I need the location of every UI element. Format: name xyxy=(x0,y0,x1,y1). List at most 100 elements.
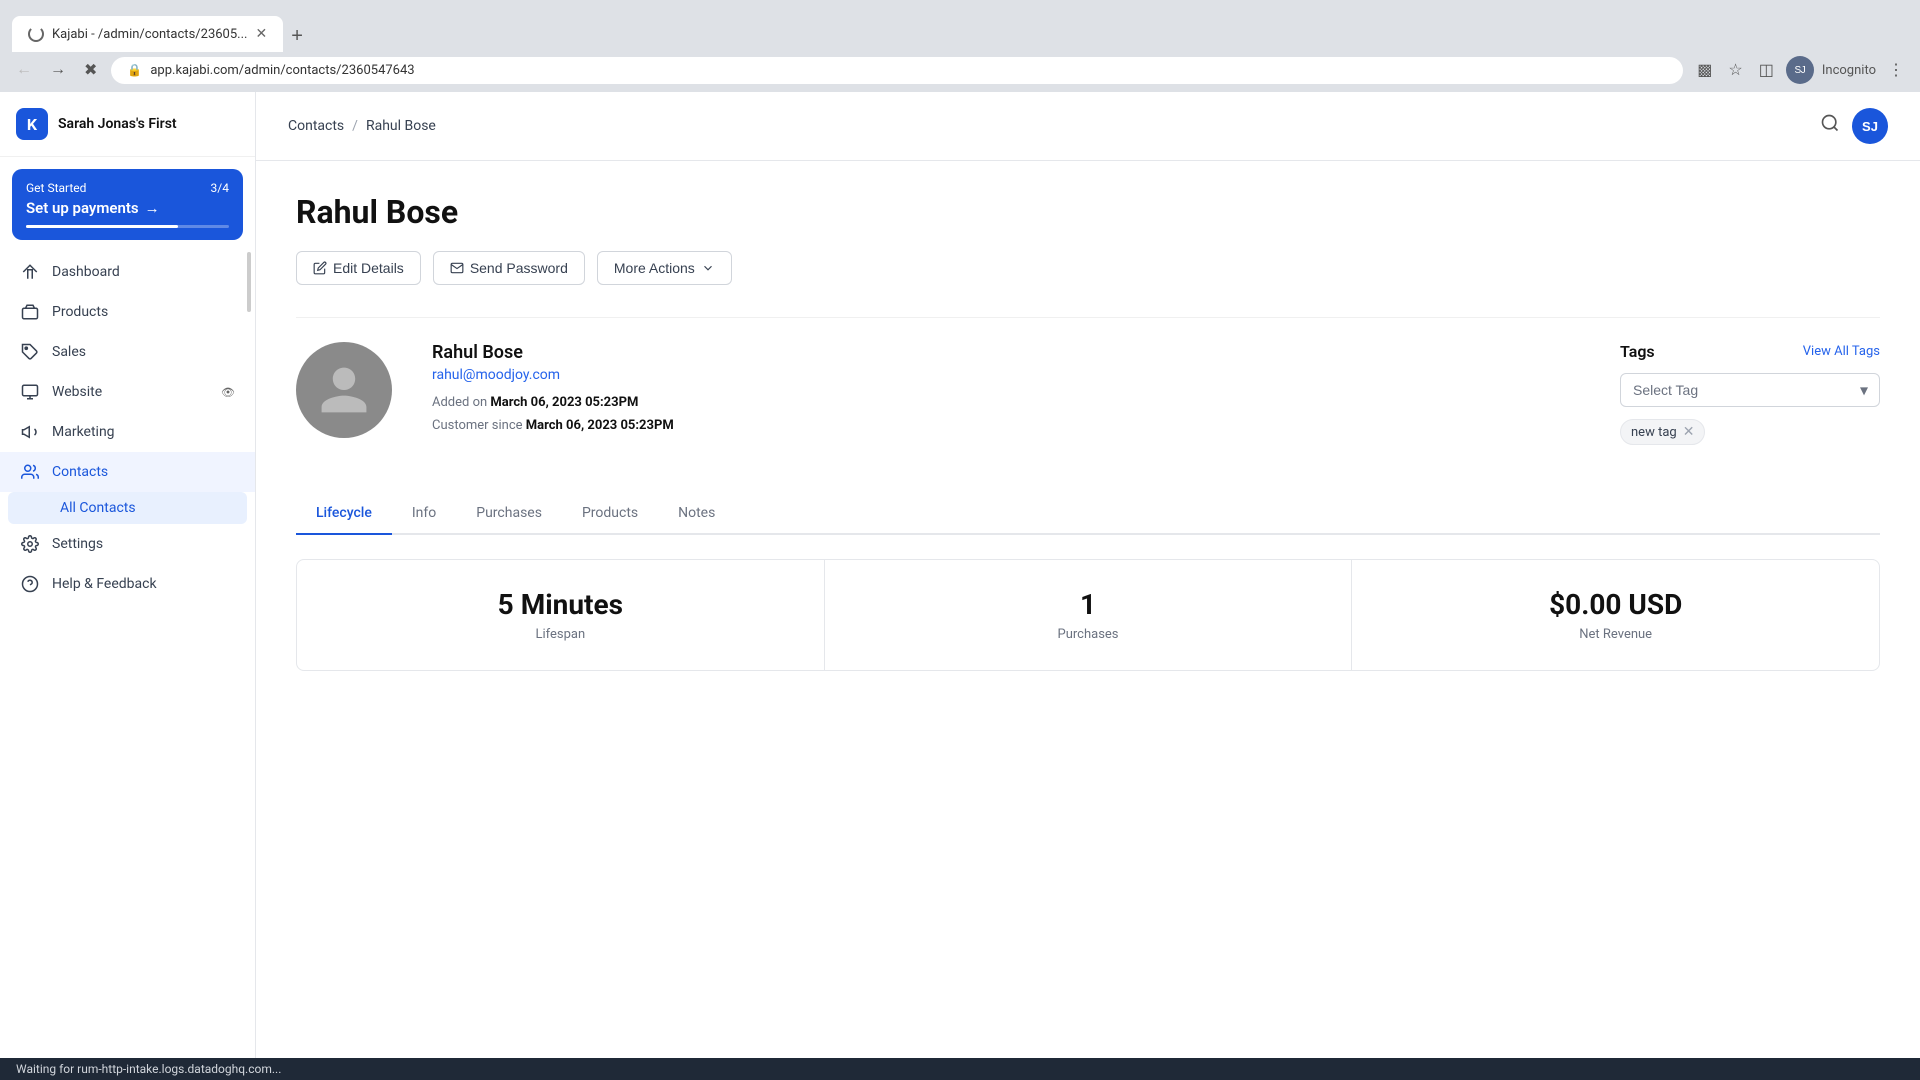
added-date: March 06, 2023 05:23PM xyxy=(490,395,638,410)
tab-close-button[interactable]: ✕ xyxy=(255,26,267,42)
tags-header: Tags View All Tags xyxy=(1620,342,1880,361)
setup-banner-title: Set up payments → xyxy=(26,199,229,217)
products-label: Products xyxy=(52,304,235,320)
contact-email[interactable]: rahul@moodjoy.com xyxy=(432,367,1580,383)
edit-details-button[interactable]: Edit Details xyxy=(296,251,421,285)
sidebar-item-products[interactable]: Products xyxy=(0,292,255,332)
contact-fullname: Rahul Bose xyxy=(432,342,1580,363)
sidebar-item-settings[interactable]: Settings xyxy=(0,524,255,564)
address-bar-row: ← → ✖ 🔒 app.kajabi.com/admin/contacts/23… xyxy=(0,52,1920,92)
setup-progress-fill xyxy=(26,225,178,228)
gear-icon xyxy=(20,534,40,554)
active-tab[interactable]: Kajabi - /admin/contacts/23605... ✕ xyxy=(12,16,283,52)
sales-label: Sales xyxy=(52,344,235,360)
search-button[interactable] xyxy=(1820,113,1840,139)
setup-progress-bar xyxy=(26,225,229,228)
tags-title: Tags xyxy=(1620,342,1655,361)
brand-name: Sarah Jonas's First xyxy=(58,116,177,132)
dashboard-label: Dashboard xyxy=(52,264,235,280)
sidebar-header: K Sarah Jonas's First xyxy=(0,92,255,157)
browser-actions: ▩ ☆ ◫ SJ Incognito ⋮ xyxy=(1693,56,1908,84)
home-icon xyxy=(20,262,40,282)
sidebar-item-sales[interactable]: Sales xyxy=(0,332,255,372)
website-label: Website xyxy=(52,384,209,400)
sidebar-scrollbar[interactable] xyxy=(247,252,251,312)
marketing-label: Marketing xyxy=(52,424,235,440)
purchases-value: 1 xyxy=(845,588,1332,621)
customer-since-label: Customer since xyxy=(432,418,523,433)
breadcrumb-separator: / xyxy=(352,118,358,134)
stat-net-revenue: $0.00 USD Net Revenue xyxy=(1352,560,1879,670)
status-bar: Waiting for rum-http-intake.logs.datadog… xyxy=(0,1058,1920,1080)
forward-button[interactable]: → xyxy=(46,57,70,83)
setup-banner-top: Get Started 3/4 xyxy=(26,181,229,195)
stats-row: 5 Minutes Lifespan 1 Purchases $0.00 USD… xyxy=(296,559,1880,671)
reload-button[interactable]: ✖ xyxy=(80,56,101,84)
stat-lifespan: 5 Minutes Lifespan xyxy=(297,560,825,670)
sidebar-subitem-all-contacts[interactable]: All Contacts xyxy=(8,492,247,524)
contact-meta: Added on March 06, 2023 05:23PM Customer… xyxy=(432,391,1580,438)
back-button[interactable]: ← xyxy=(12,57,36,83)
purchases-label: Purchases xyxy=(845,627,1332,642)
users-icon xyxy=(20,462,40,482)
more-actions-label: More Actions xyxy=(614,260,695,276)
box-icon xyxy=(20,302,40,322)
bookmark-button[interactable]: ☆ xyxy=(1724,56,1746,84)
action-buttons: Edit Details Send Password More Actions xyxy=(296,251,1880,285)
net-revenue-label: Net Revenue xyxy=(1372,627,1859,642)
tag-icon xyxy=(20,342,40,362)
sidebar: K Sarah Jonas's First Get Started 3/4 Se… xyxy=(0,92,256,1058)
new-tab-button[interactable]: + xyxy=(283,21,311,52)
browser-chrome: Kajabi - /admin/contacts/23605... ✕ + xyxy=(0,0,1920,52)
existing-tags: new tag ✕ xyxy=(1620,419,1880,445)
status-message: Waiting for rum-http-intake.logs.datadog… xyxy=(16,1062,281,1076)
more-actions-button[interactable]: More Actions xyxy=(597,251,732,285)
send-password-button[interactable]: Send Password xyxy=(433,251,585,285)
sidebar-item-contacts[interactable]: Contacts xyxy=(0,452,255,492)
lifespan-value: 5 Minutes xyxy=(317,588,804,621)
tag-chip-new-tag: new tag ✕ xyxy=(1620,419,1705,445)
app-container: K Sarah Jonas's First Get Started 3/4 Se… xyxy=(0,92,1920,1058)
contact-info: Rahul Bose rahul@moodjoy.com Added on Ma… xyxy=(432,342,1580,445)
sidebar-item-dashboard[interactable]: Dashboard xyxy=(0,252,255,292)
content-area: Rahul Bose Edit Details Send Password Mo… xyxy=(256,161,1920,1058)
tab-products[interactable]: Products xyxy=(562,493,658,535)
app-logo[interactable]: K xyxy=(16,108,48,140)
help-label: Help & Feedback xyxy=(52,576,235,592)
contact-page-title: Rahul Bose xyxy=(296,193,1880,231)
logo-letter: K xyxy=(27,115,37,134)
address-bar[interactable]: 🔒 app.kajabi.com/admin/contacts/23605476… xyxy=(111,57,1683,84)
breadcrumb: Contacts / Rahul Bose xyxy=(288,118,436,134)
main-content: Contacts / Rahul Bose SJ Rahul Bose Edit… xyxy=(256,92,1920,1058)
tab-lifecycle[interactable]: Lifecycle xyxy=(296,493,392,535)
setup-banner[interactable]: Get Started 3/4 Set up payments → xyxy=(12,169,243,240)
sidebar-item-marketing[interactable]: Marketing xyxy=(0,412,255,452)
all-contacts-label: All Contacts xyxy=(60,500,136,516)
user-avatar-button[interactable]: SJ xyxy=(1852,108,1888,144)
incognito-label: Incognito xyxy=(1822,63,1876,78)
contact-card: Rahul Bose rahul@moodjoy.com Added on Ma… xyxy=(296,317,1880,469)
tag-select-dropdown[interactable]: Select Tag xyxy=(1620,373,1880,407)
tab-title: Kajabi - /admin/contacts/23605... xyxy=(52,27,247,42)
setup-progress: 3/4 xyxy=(211,181,229,195)
sidebar-scroll-area: Dashboard Products Sales Website 👁 xyxy=(0,252,255,604)
tab-info[interactable]: Info xyxy=(392,493,456,535)
tab-notes[interactable]: Notes xyxy=(658,493,735,535)
settings-label: Settings xyxy=(52,536,235,552)
sidebar-item-website[interactable]: Website 👁 xyxy=(0,372,255,412)
breadcrumb-contacts-link[interactable]: Contacts xyxy=(288,118,344,134)
tab-purchases[interactable]: Purchases xyxy=(456,493,562,535)
website-badge: 👁 xyxy=(221,386,235,399)
tag-chip-remove-button[interactable]: ✕ xyxy=(1683,424,1695,440)
profile-button[interactable]: SJ xyxy=(1786,56,1814,84)
edit-details-label: Edit Details xyxy=(333,260,404,276)
cast-button[interactable]: ▩ xyxy=(1693,56,1716,84)
view-all-tags-link[interactable]: View All Tags xyxy=(1803,344,1880,359)
menu-button[interactable]: ⋮ xyxy=(1884,56,1908,84)
sidebar-item-help[interactable]: Help & Feedback xyxy=(0,564,255,604)
sidebar-toggle-button[interactable]: ◫ xyxy=(1755,56,1778,84)
contacts-label: Contacts xyxy=(52,464,235,480)
net-revenue-value: $0.00 USD xyxy=(1372,588,1859,621)
megaphone-icon xyxy=(20,422,40,442)
browser-tabs: Kajabi - /admin/contacts/23605... ✕ + xyxy=(12,0,1900,52)
